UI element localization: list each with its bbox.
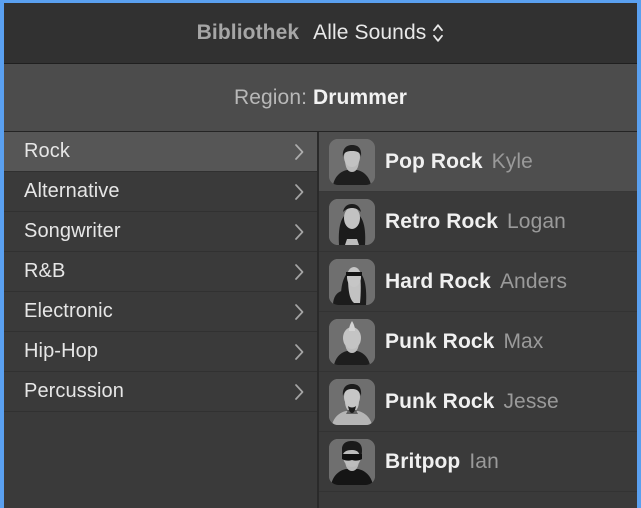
sidebar-item-alternative[interactable]: Alternative xyxy=(4,172,317,212)
sidebar-item-percussion[interactable]: Percussion xyxy=(4,372,317,412)
library-body: Rock Alternative Songwriter R&B Electronic Hi… xyxy=(4,132,637,508)
avatar-long-hair-headband xyxy=(329,258,375,305)
sound-list: Pop Rock Kyle Retro Rock Logan Hard Rock Ande… xyxy=(319,132,637,508)
sound-item-name: Punk Rock xyxy=(385,389,495,413)
sidebar-item-r-b[interactable]: R&B xyxy=(4,252,317,292)
sidebar-item-label: Songwriter xyxy=(24,220,121,242)
avatar-short-dark-hair xyxy=(329,138,375,185)
sound-item-artist: Ian xyxy=(469,449,499,473)
header-inner: Bibliothek Alle Sounds xyxy=(197,21,445,45)
avatar-long-hair-beard xyxy=(329,198,375,245)
sound-list-item[interactable]: Hard Rock Anders xyxy=(319,252,637,312)
sound-list-item[interactable]: Britpop Ian xyxy=(319,432,637,492)
sidebar-item-rock[interactable]: Rock xyxy=(4,132,317,172)
chevron-right-icon xyxy=(291,221,307,243)
sound-list-item[interactable]: Retro Rock Logan xyxy=(319,192,637,252)
avatar-goatee xyxy=(329,378,375,425)
sound-list-item[interactable]: Pop Rock Kyle xyxy=(319,132,637,192)
library-panel: Bibliothek Alle Sounds Region: Drummer R… xyxy=(0,0,641,508)
sound-item-artist: Max xyxy=(503,329,544,353)
sidebar-item-label: Hip-Hop xyxy=(24,340,99,362)
sidebar-item-songwriter[interactable]: Songwriter xyxy=(4,212,317,252)
sidebar-item-label: Alternative xyxy=(24,180,120,202)
sound-item-texts: Punk Rock Jesse xyxy=(385,390,559,414)
chevron-right-icon xyxy=(291,301,307,323)
sound-filter-value: Alle Sounds xyxy=(313,21,427,44)
region-label: Region: Drummer xyxy=(234,86,407,110)
sidebar-item-label: Percussion xyxy=(24,380,124,402)
sound-item-name: Britpop xyxy=(385,449,461,473)
sound-item-name: Pop Rock xyxy=(385,149,483,173)
sidebar-item-label: R&B xyxy=(24,260,66,282)
chevron-right-icon xyxy=(291,261,307,283)
avatar-mohawk xyxy=(329,318,375,365)
sound-item-texts: Pop Rock Kyle xyxy=(385,150,533,174)
sound-item-texts: Hard Rock Anders xyxy=(385,270,567,294)
sound-item-artist: Kyle xyxy=(491,149,533,173)
sidebar-item-hip-hop[interactable]: Hip-Hop xyxy=(4,332,317,372)
sound-item-artist: Logan xyxy=(507,209,566,233)
sound-list-item[interactable]: Punk Rock Jesse xyxy=(319,372,637,432)
region-bar: Region: Drummer xyxy=(4,64,637,132)
avatar-sunglasses xyxy=(329,438,375,485)
sound-list-item[interactable]: Punk Rock Max xyxy=(319,312,637,372)
sound-item-artist: Jesse xyxy=(503,389,559,413)
up-down-chevron-icon xyxy=(432,23,444,43)
sound-filter-popup[interactable]: Alle Sounds xyxy=(313,21,444,45)
sound-item-texts: Punk Rock Max xyxy=(385,330,543,354)
sidebar-item-label: Electronic xyxy=(24,300,113,322)
chevron-right-icon xyxy=(291,341,307,363)
region-prefix: Region: xyxy=(233,85,308,109)
chevron-right-icon xyxy=(291,141,307,163)
sidebar-item-electronic[interactable]: Electronic xyxy=(4,292,317,332)
sound-item-texts: Retro Rock Logan xyxy=(385,210,566,234)
library-title: Bibliothek xyxy=(196,21,300,44)
sidebar-item-label: Rock xyxy=(24,140,70,162)
sound-item-name: Hard Rock xyxy=(385,269,491,293)
sound-item-name: Punk Rock xyxy=(385,329,495,353)
category-sidebar: Rock Alternative Songwriter R&B Electronic Hi… xyxy=(4,132,319,508)
sound-item-artist: Anders xyxy=(499,269,568,293)
sound-item-texts: Britpop Ian xyxy=(385,450,499,474)
library-header: Bibliothek Alle Sounds xyxy=(4,3,637,64)
chevron-right-icon xyxy=(291,181,307,203)
chevron-right-icon xyxy=(291,381,307,403)
region-value: Drummer xyxy=(312,85,408,109)
sound-item-name: Retro Rock xyxy=(385,209,499,233)
